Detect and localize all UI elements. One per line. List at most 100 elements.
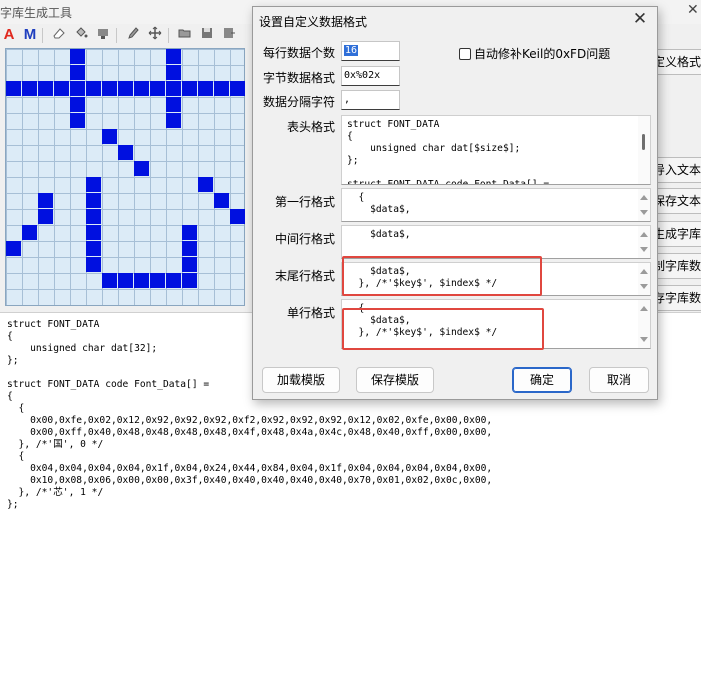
pencil-icon[interactable] [124, 26, 142, 44]
filled-pixel[interactable] [22, 81, 37, 96]
filled-pixel[interactable] [70, 65, 85, 80]
scroll-up-icon[interactable] [640, 306, 648, 311]
filled-pixel[interactable] [166, 273, 181, 288]
filled-pixel[interactable] [102, 273, 117, 288]
filled-pixel[interactable] [182, 273, 197, 288]
filled-pixel[interactable] [134, 161, 149, 176]
filled-pixel[interactable] [198, 81, 213, 96]
header-scrollbar[interactable] [638, 116, 650, 184]
font-a-icon[interactable]: A [0, 26, 18, 44]
first-line-format-editor[interactable]: { $data$, [341, 188, 651, 222]
scroll-down-icon[interactable] [640, 337, 648, 342]
app-title: 字库生成工具 [0, 6, 73, 20]
scroll-thumb[interactable] [642, 134, 645, 150]
filled-pixel[interactable] [54, 81, 69, 96]
filled-pixel[interactable] [38, 81, 53, 96]
filled-pixel[interactable] [150, 81, 165, 96]
filled-pixel[interactable] [166, 97, 181, 112]
filled-pixel[interactable] [86, 193, 101, 208]
load-template-button[interactable]: 加载模版 [262, 367, 340, 393]
separator-label: 数据分隔字符 [263, 95, 336, 109]
filled-pixel[interactable] [86, 177, 101, 192]
separator-input[interactable]: , [341, 90, 400, 110]
filled-pixel[interactable] [134, 81, 149, 96]
filled-pixel[interactable] [214, 81, 229, 96]
font-m-icon[interactable]: M [21, 26, 39, 44]
filled-pixel[interactable] [166, 65, 181, 80]
dialog-close-icon[interactable]: ✕ [631, 9, 649, 29]
keil-fix-checkbox[interactable]: 自动修补Keil的0xFD问题 [459, 45, 610, 62]
filled-pixel[interactable] [182, 257, 197, 272]
checkbox-box[interactable] [459, 48, 471, 60]
header-format-editor[interactable]: struct FONT_DATA { unsigned char dat[$si… [341, 115, 651, 185]
filled-pixel[interactable] [102, 81, 117, 96]
filled-pixel[interactable] [6, 81, 21, 96]
filled-pixel[interactable] [166, 49, 181, 64]
fill-bucket-icon[interactable] [72, 26, 90, 44]
filled-pixel[interactable] [70, 113, 85, 128]
last-line-scrollbar[interactable] [638, 263, 650, 295]
filled-pixel[interactable] [214, 193, 229, 208]
filled-pixel[interactable] [166, 81, 181, 96]
app-close-icon[interactable]: ✕ [687, 2, 701, 18]
open-folder-icon[interactable] [176, 26, 194, 44]
single-line-scrollbar[interactable] [638, 300, 650, 348]
scroll-up-icon[interactable] [640, 269, 648, 274]
filled-pixel[interactable] [182, 241, 197, 256]
filled-pixel[interactable] [38, 209, 53, 224]
middle-line-scrollbar[interactable] [638, 226, 650, 258]
filled-pixel[interactable] [6, 241, 21, 256]
filled-pixel[interactable] [134, 273, 149, 288]
filled-pixel[interactable] [118, 145, 133, 160]
stamp-icon[interactable] [94, 26, 112, 44]
filled-pixel[interactable] [86, 81, 101, 96]
first-line-scrollbar[interactable] [638, 189, 650, 221]
filled-pixel[interactable] [70, 81, 85, 96]
filled-pixel[interactable] [86, 257, 101, 272]
filled-pixel[interactable] [22, 225, 37, 240]
filled-pixel[interactable] [38, 193, 53, 208]
filled-pixel[interactable] [182, 81, 197, 96]
filled-pixel[interactable] [182, 225, 197, 240]
byte-format-input[interactable]: 0x%02x [341, 66, 400, 86]
middle-line-format-text: $data$, [347, 229, 411, 240]
eraser-icon[interactable] [50, 26, 68, 44]
filled-pixel[interactable] [86, 241, 101, 256]
filled-pixel[interactable] [70, 49, 85, 64]
filled-pixel[interactable] [86, 209, 101, 224]
filled-pixel[interactable] [150, 273, 165, 288]
glyph-pixel-grid[interactable] [5, 48, 245, 306]
store-font-data-button[interactable]: 存字库数据 [652, 285, 701, 311]
keil-fix-label: 自动修补Keil的0xFD问题 [474, 47, 611, 61]
single-line-format-label: 单行格式 [286, 306, 335, 320]
middle-line-format-label: 中间行格式 [274, 232, 335, 246]
filled-pixel[interactable] [86, 225, 101, 240]
middle-line-format-editor[interactable]: $data$, [341, 225, 651, 259]
scroll-up-icon[interactable] [640, 232, 648, 237]
filled-pixel[interactable] [166, 113, 181, 128]
filled-pixel[interactable] [230, 81, 245, 96]
define-format-button[interactable]: 定义格式 [652, 49, 701, 75]
save-template-button[interactable]: 保存模版 [356, 367, 434, 393]
filled-pixel[interactable] [118, 81, 133, 96]
save-icon[interactable] [198, 26, 216, 44]
filled-pixel[interactable] [230, 209, 245, 224]
scroll-down-icon[interactable] [640, 210, 648, 215]
import-text-button[interactable]: 导入文本 [652, 157, 701, 183]
generate-font-button[interactable]: 生成字库 [652, 221, 701, 247]
bytes-per-line-input[interactable]: 16 [341, 41, 400, 61]
filled-pixel[interactable] [102, 129, 117, 144]
export-icon[interactable] [220, 26, 238, 44]
copy-font-data-button[interactable]: 制字库数据 [652, 253, 701, 279]
filled-pixel[interactable] [198, 177, 213, 192]
filled-pixel[interactable] [70, 97, 85, 112]
move-icon[interactable] [146, 26, 164, 44]
cancel-button[interactable]: 取消 [589, 367, 649, 393]
filled-pixel[interactable] [118, 273, 133, 288]
first-line-format-label: 第一行格式 [274, 195, 335, 209]
scroll-up-icon[interactable] [640, 195, 648, 200]
save-text-button[interactable]: 保存文本 [652, 188, 701, 214]
scroll-down-icon[interactable] [640, 247, 648, 252]
scroll-down-icon[interactable] [640, 284, 648, 289]
ok-button[interactable]: 确定 [512, 367, 572, 393]
